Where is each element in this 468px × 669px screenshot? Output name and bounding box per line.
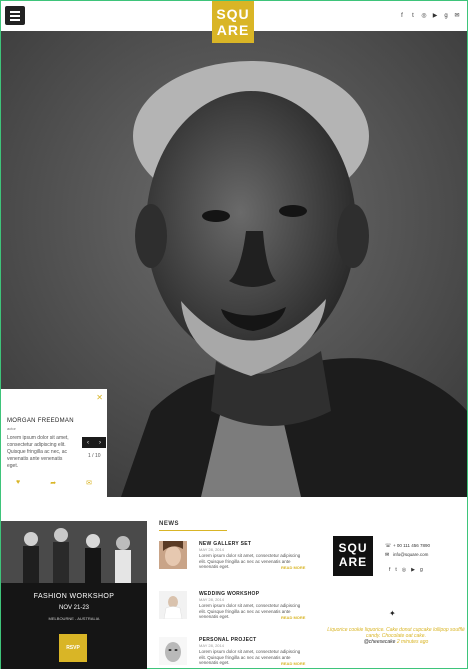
event-title: FASHION WORKSHOP	[33, 593, 115, 600]
contact-email: ✉ info@square.com	[385, 552, 428, 558]
mail-icon: ✉	[385, 552, 390, 558]
event-dates: NOV 21-23	[58, 605, 89, 611]
logo-text-bottom: ARE	[216, 22, 250, 38]
read-more-link[interactable]: READ MORE	[281, 615, 305, 620]
profile-card: ✕ MORGAN FREEDMAN actor Lorem ipsum dolo…	[1, 389, 107, 497]
close-icon[interactable]: ✕	[96, 393, 103, 402]
footer-logo[interactable]: SQU ARE	[333, 536, 373, 576]
news-date: MAY 28, 2014	[199, 597, 224, 602]
news-date: MAY 28, 2014	[199, 643, 224, 648]
read-more-link[interactable]: READ MORE	[281, 565, 305, 570]
news-thumbnail	[159, 541, 187, 569]
email-address[interactable]: info@square.com	[393, 552, 428, 557]
read-more-link[interactable]: READ MORE	[281, 661, 305, 666]
footer-contact: SQU ARE ☏ + 00 111 456 7890 ✉ info@square.…	[325, 521, 467, 669]
news-item[interactable]: WEDDING WORKSHOP MAY 28, 2014 Lorem ipsu…	[159, 591, 309, 629]
like-icon[interactable]: ♥	[16, 479, 20, 487]
footer-social-icons: f t ◎ ▶ g	[389, 567, 423, 573]
news-thumbnail	[159, 591, 187, 619]
twitter-icon[interactable]: t	[395, 567, 396, 573]
phone-icon: ☏	[385, 543, 392, 549]
prev-arrow-icon[interactable]: ‹	[87, 440, 89, 446]
news-section: NEWS NEW GALLERY SET MAY 28, 2014 Lorem …	[159, 521, 309, 666]
email-icon[interactable]: ✉	[86, 479, 92, 487]
rsvp-button[interactable]: RSVP	[59, 634, 87, 662]
news-item[interactable]: NEW GALLERY SET MAY 28, 2014 Lorem ipsum…	[159, 541, 309, 579]
logo-text-top: SQU	[216, 6, 250, 22]
googleplus-icon[interactable]: g	[442, 12, 450, 20]
twitter-bird-icon: ✦	[389, 609, 396, 618]
facebook-icon[interactable]: f	[389, 567, 390, 573]
instagram-icon[interactable]: ◎	[402, 567, 406, 573]
menu-icon[interactable]	[5, 6, 25, 25]
card-actions: ♥ ➦ ✉	[1, 479, 107, 487]
youtube-icon[interactable]: ▶	[411, 567, 415, 573]
slide-counter: 1 / 10	[88, 453, 101, 459]
site-logo[interactable]: SQU ARE	[212, 1, 254, 43]
news-date: MAY 28, 2014	[199, 547, 224, 552]
profile-description: Lorem ipsum dolor sit amet, consectetur …	[7, 435, 69, 469]
next-arrow-icon[interactable]: ›	[99, 440, 101, 446]
mail-icon[interactable]: ✉	[453, 12, 461, 20]
profile-name: MORGAN FREEDMAN	[7, 418, 74, 424]
googleplus-icon[interactable]: g	[420, 567, 423, 573]
tweet-time: 2 minutes ago	[396, 639, 429, 645]
event-panel: FASHION WORKSHOP NOV 21-23 MELBOURNE - A…	[1, 521, 147, 669]
tweet-text: Liquorice cookie liquorice. Cake donut c…	[327, 627, 465, 639]
tweet-handle[interactable]: @cheesecake	[364, 639, 396, 645]
header-social-icons: f t ◎ ▶ g ✉	[398, 12, 461, 20]
instagram-icon[interactable]: ◎	[420, 12, 428, 20]
news-item[interactable]: PERSONAL PROJECT MAY 28, 2014 Lorem ipsu…	[159, 637, 309, 669]
event-photo	[1, 521, 147, 583]
facebook-icon[interactable]: f	[398, 12, 406, 20]
profile-role: actor	[7, 426, 16, 431]
youtube-icon[interactable]: ▶	[431, 12, 439, 20]
contact-phone: ☏ + 00 111 456 7890	[385, 543, 430, 549]
phone-number: + 00 111 456 7890	[393, 543, 430, 548]
slider-nav: ‹ ›	[82, 437, 106, 448]
news-heading: NEWS	[159, 521, 227, 531]
event-location: MELBOURNE - AUSTRALIA	[48, 616, 100, 621]
latest-tweet: Liquorice cookie liquorice. Cake donut c…	[325, 627, 467, 645]
footer-logo-top: SQU	[338, 541, 368, 555]
twitter-icon[interactable]: t	[409, 12, 417, 20]
news-thumbnail	[159, 637, 187, 665]
share-icon[interactable]: ➦	[50, 479, 56, 487]
footer-logo-bottom: ARE	[338, 555, 368, 569]
